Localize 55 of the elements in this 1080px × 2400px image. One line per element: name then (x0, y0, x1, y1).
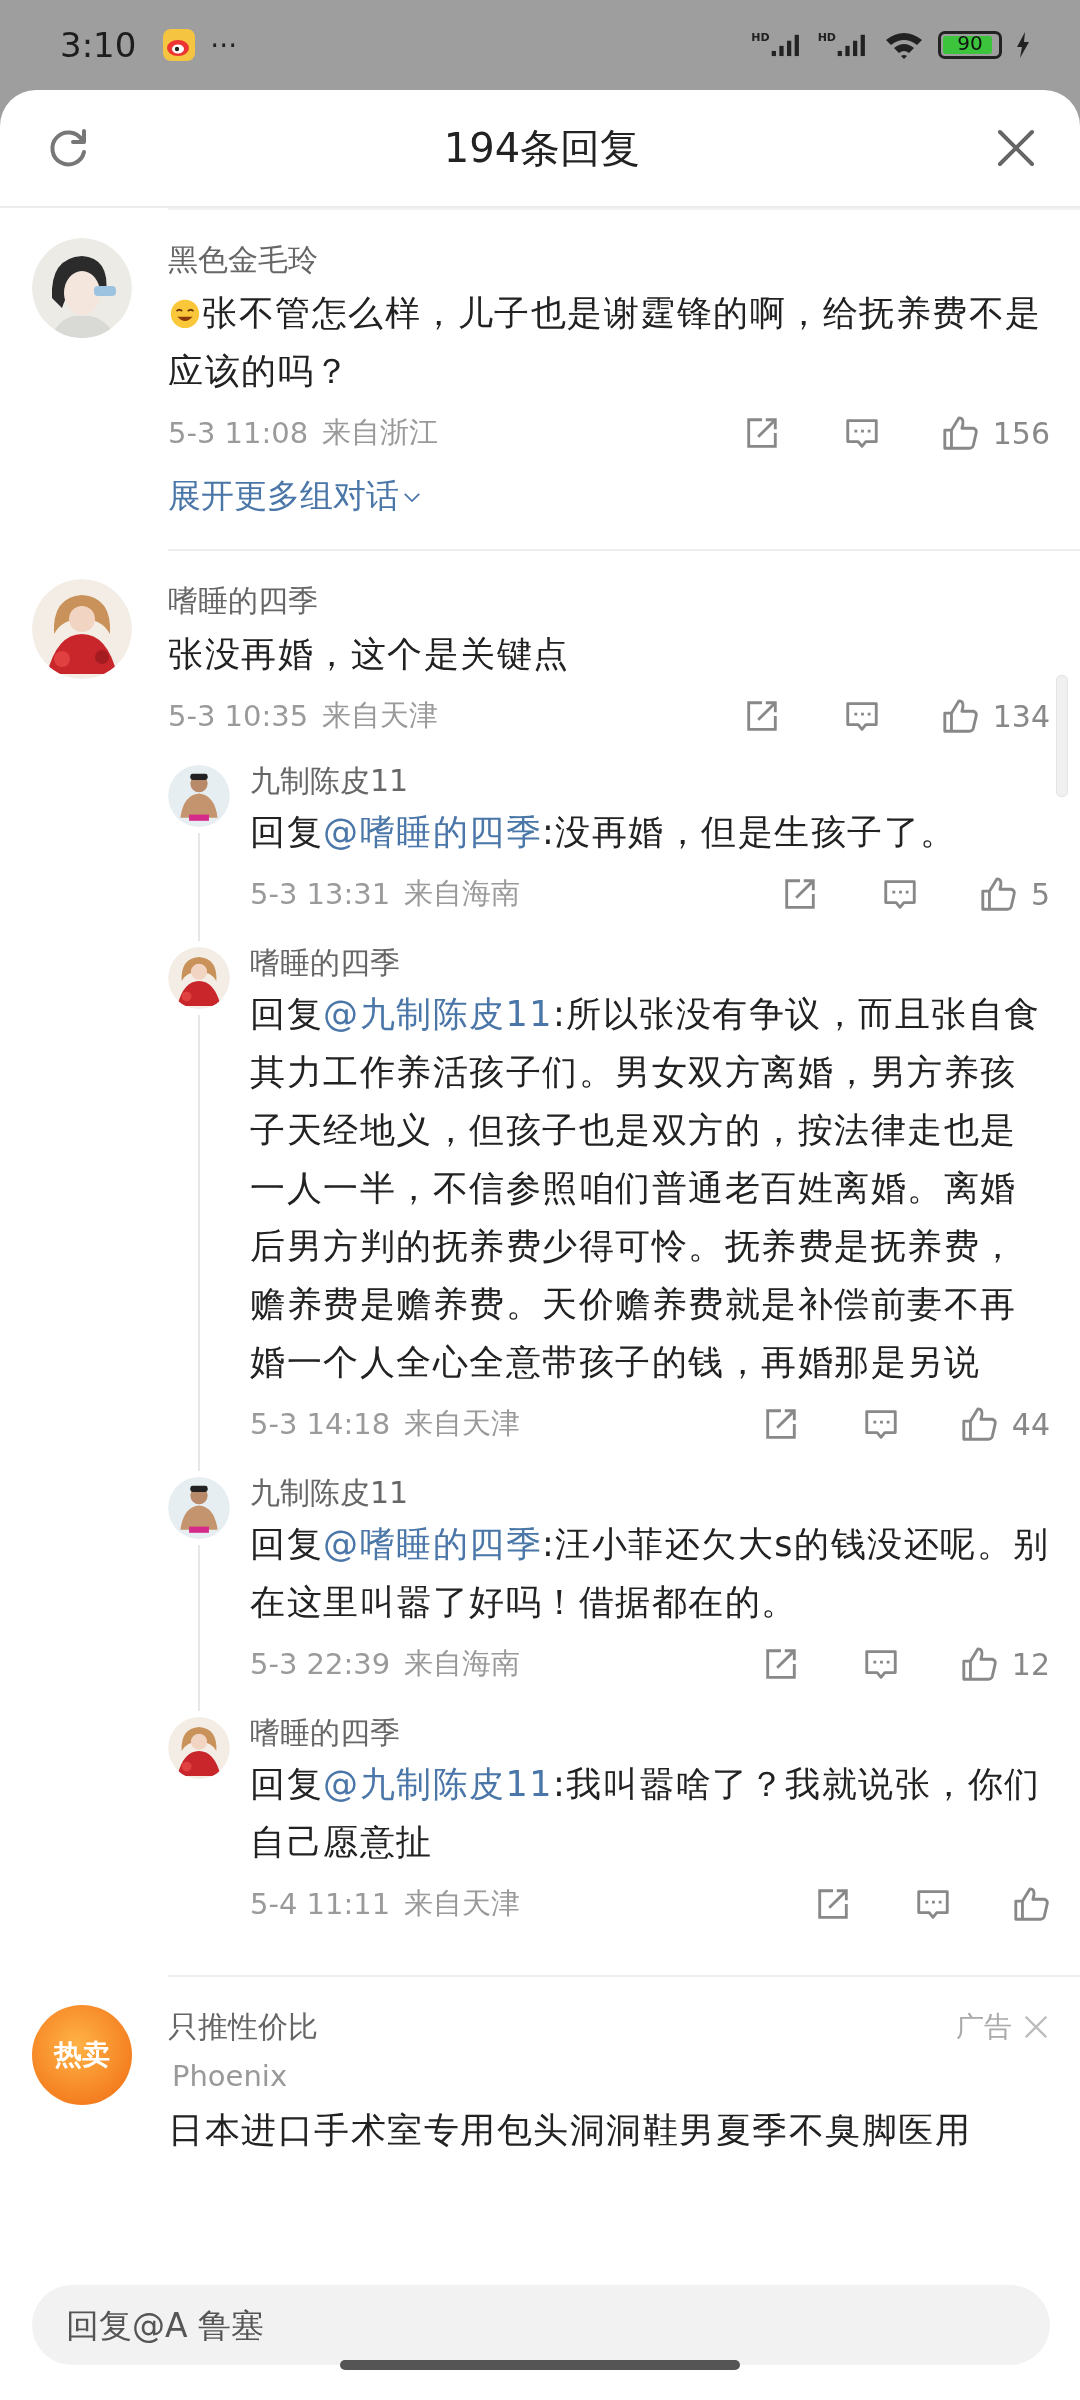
user-name[interactable]: 九制陈皮11 (250, 1471, 409, 1515)
ad-logo: 热卖 (32, 2005, 132, 2105)
thumbs-up-icon[interactable] (959, 1645, 998, 1683)
comment-location: 来自海南 (404, 1645, 521, 1682)
brand-name: Phoenix (172, 2059, 288, 2093)
reply-text: 回复@嗜睡的四季:汪小菲还欠大s的钱没还呢。别在这里叫嚣了好吗！借据都在的。 (250, 1523, 1050, 1624)
thumbs-up-icon[interactable] (978, 875, 1017, 913)
like-count: 12 (1011, 1646, 1050, 1682)
comment-location: 来自天津 (322, 697, 439, 734)
reply-text: 回复@九制陈皮11:所以张没有争议，而且张自食其力工作养活孩子们。男女双方离婚，男方养孩子天经地义，但孩子也是双方的，按法律走也是一人一半，不信参照咱们普通老百姓离婚。离婚后男方判的抚养费少得可怜。抚养费是抚养费，赡养费是赡养费。天价赡养费就是补偿前妻不再婚一个人全心全意带孩子的钱，再婚那是另说 (250, 993, 1042, 1384)
like-count: 44 (1011, 1406, 1050, 1442)
user-name[interactable]: 黑色金毛玲 (168, 238, 318, 282)
user-name[interactable]: 嗜睡的四季 (168, 579, 318, 623)
mention-link[interactable]: @九制陈皮11 (323, 1764, 554, 1804)
comment-text: 张不管怎么样，儿子也是谢霆锋的啊，给抚养费不是应该的吗？ (168, 293, 1042, 391)
sheet-title: 194条回复 (443, 123, 641, 173)
comment-location: 来自海南 (404, 875, 521, 912)
comment-location: 来自浙江 (322, 414, 439, 451)
comment-time: 5-3 10:35 (168, 699, 309, 733)
like-count: 156 (992, 415, 1050, 451)
reply-text: 回复@九制陈皮11:我叫嚣啥了？我就说张，你们自己愿意扯 (250, 1763, 1042, 1864)
comment-time: 5-3 11:08 (168, 416, 309, 450)
comment-location: 来自天津 (404, 1405, 521, 1442)
clock-time: 3:10 (60, 25, 137, 65)
chevron-down-icon (403, 492, 421, 503)
thumbs-up-icon[interactable] (959, 1405, 998, 1443)
comment-text: 张没再婚，这个是关键点 (168, 634, 570, 674)
advertiser-name[interactable]: 只推性价比 (168, 2005, 318, 2049)
like-count: 134 (992, 698, 1050, 734)
wifi-icon (884, 30, 924, 60)
thumbs-up-icon[interactable] (940, 697, 979, 735)
ad-label: 广告 (956, 2009, 1012, 2045)
comment-time: 5-4 11:11 (250, 1887, 391, 1921)
user-name[interactable]: 九制陈皮11 (250, 759, 409, 803)
comment-time: 5-3 14:18 (250, 1407, 391, 1441)
comment-time: 5-3 13:31 (250, 877, 391, 911)
comment-time: 5-3 22:39 (250, 1647, 391, 1681)
like-count: 5 (1030, 876, 1050, 912)
battery-icon: 90 (938, 31, 1002, 59)
reply-text: 回复@嗜睡的四季:没再婚，但是生孩子了。 (250, 811, 957, 854)
thumbs-up-icon[interactable] (1012, 1885, 1050, 1923)
reply-input-field[interactable]: 回复@A 鲁塞 (32, 2285, 1050, 2365)
network-type-label: HD (751, 31, 770, 44)
ad-text: 日本进口手术室专用包头洞洞鞋男夏季不臭脚医用 (168, 2109, 971, 2152)
mention-link[interactable]: @嗜睡的四季 (323, 1524, 542, 1564)
comment-location: 来自天津 (404, 1885, 521, 1922)
mention-link[interactable]: @九制陈皮11 (323, 994, 554, 1034)
more-notifications: ··· (210, 28, 238, 62)
thumbs-up-icon[interactable] (940, 414, 979, 452)
user-name[interactable]: 嗜睡的四季 (250, 1711, 400, 1755)
app-notification-icon (162, 28, 197, 62)
user-name[interactable]: 嗜睡的四季 (250, 941, 400, 985)
expand-link[interactable]: 展开更多组对话 (168, 474, 421, 519)
network-type-label: HD (817, 31, 836, 44)
mention-link[interactable]: @嗜睡的四季 (323, 812, 542, 852)
